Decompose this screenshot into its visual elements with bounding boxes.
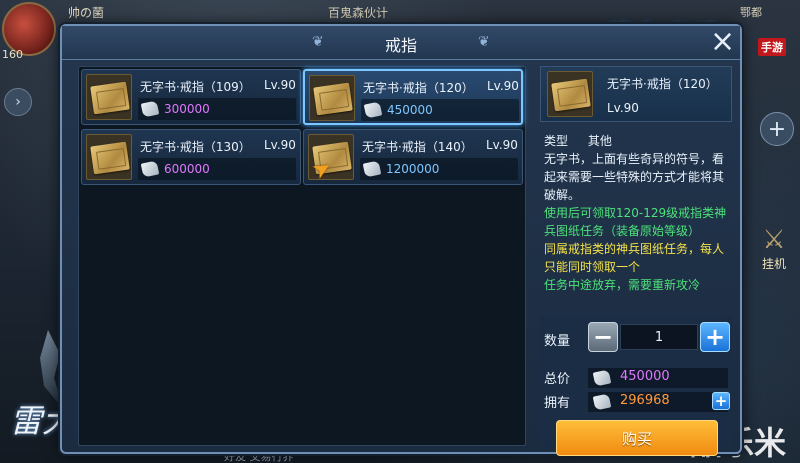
player-level: 160 xyxy=(2,48,23,61)
item-price: 1200000 xyxy=(386,162,440,176)
item-card[interactable]: 无字书·戒指（140） Lv.90 1200000 xyxy=(303,129,523,185)
owned-value: 296968 xyxy=(620,393,670,408)
item-name: 无字书·戒指（130） xyxy=(140,140,251,154)
dialog-header: ❦ 戒指 ❦ × xyxy=(62,26,740,60)
detail-item-name: 无字书·戒指（120） xyxy=(607,77,718,91)
auto-battle-label: 挂机 xyxy=(761,257,786,271)
scroll-icon xyxy=(86,74,132,120)
auto-battle-button[interactable]: ⚔ 挂机 xyxy=(752,208,796,272)
owned-label: 拥有 xyxy=(544,396,571,411)
map-name: 鄂都 xyxy=(740,6,762,19)
item-name: 无字书·戒指（140） xyxy=(362,140,473,154)
type-value: 其他 xyxy=(587,134,612,148)
expand-arrow-icon[interactable]: › xyxy=(4,88,32,116)
ornament-right-icon: ❦ xyxy=(478,34,490,50)
note-text: 任务中途放弃，需要重新攻冷 xyxy=(544,278,701,292)
quantity-label: 数量 xyxy=(544,334,571,349)
item-grid: 无字书·戒指（109） Lv.90 300000 无字书·戒指（120） Lv.… xyxy=(78,66,526,446)
target-name: 百鬼森伙计 xyxy=(328,6,389,20)
purchase-controls: 数量 − + 总价 450000 拥有 296968 + 购买 xyxy=(540,316,732,456)
dialog-title: 戒指 xyxy=(384,36,417,55)
item-price: 600000 xyxy=(164,162,210,176)
total-value: 450000 xyxy=(620,369,670,384)
shop-dialog: ❦ 戒指 ❦ × 无字书·戒指（109） Lv.90 300000 无字书·戒指… xyxy=(60,24,742,456)
player-name: 帅の菌 xyxy=(68,6,105,20)
item-level: Lv.90 xyxy=(264,78,296,92)
detail-panel: 无字书·戒指（120） Lv.90 类型 其他 无字书，上面有些奇异的符号，看起… xyxy=(540,66,732,456)
close-icon[interactable]: × xyxy=(710,27,735,57)
usage-text: 使用后可领取120-129级戒指类神兵图纸任务（装备原始等级） xyxy=(544,206,727,238)
type-label: 类型 xyxy=(544,134,569,148)
price-strip xyxy=(361,99,519,121)
scroll-icon xyxy=(309,75,355,121)
plus-button[interactable]: + xyxy=(760,112,794,146)
detail-item-level: Lv.90 xyxy=(607,101,639,115)
add-currency-button[interactable]: + xyxy=(712,392,730,410)
restriction-text: 同属戒指类的神兵图纸任务，每人只能同时领取一个 xyxy=(544,242,725,274)
quantity-plus-button[interactable]: + xyxy=(700,322,730,352)
type-row: 类型 其他 xyxy=(544,132,728,150)
price-strip xyxy=(138,158,296,180)
item-card[interactable]: 无字书·戒指（130） Lv.90 600000 xyxy=(81,129,301,185)
item-name: 无字书·戒指（109） xyxy=(140,80,251,94)
quantity-minus-button[interactable]: − xyxy=(588,322,618,352)
scroll-icon xyxy=(547,71,593,117)
item-price: 300000 xyxy=(164,102,210,116)
buy-button[interactable]: 购买 xyxy=(556,420,718,456)
detail-header: 无字书·戒指（120） Lv.90 xyxy=(540,66,732,122)
logo-badge: 手游 xyxy=(758,38,786,56)
item-card-selected[interactable]: 无字书·戒指（120） Lv.90 450000 xyxy=(303,69,523,125)
quantity-input[interactable] xyxy=(620,324,698,350)
item-description[interactable]: 类型 其他 无字书，上面有些奇异的符号，看起来需要一些特殊的方式才能将其破解。 … xyxy=(540,128,732,304)
item-level: Lv.90 xyxy=(487,79,519,93)
item-level: Lv.90 xyxy=(486,138,518,152)
total-label: 总价 xyxy=(544,372,571,387)
item-price: 450000 xyxy=(387,103,433,117)
item-name: 无字书·戒指（120） xyxy=(363,81,474,95)
item-card[interactable]: 无字书·戒指（109） Lv.90 300000 xyxy=(81,69,301,125)
description-text: 无字书，上面有些奇异的符号，看起来需要一些特殊的方式才能将其破解。 xyxy=(544,152,725,202)
crossed-swords-icon: ⚔ xyxy=(762,225,786,255)
scroll-icon xyxy=(86,134,132,180)
price-strip xyxy=(138,98,296,120)
item-level: Lv.90 xyxy=(264,138,296,152)
